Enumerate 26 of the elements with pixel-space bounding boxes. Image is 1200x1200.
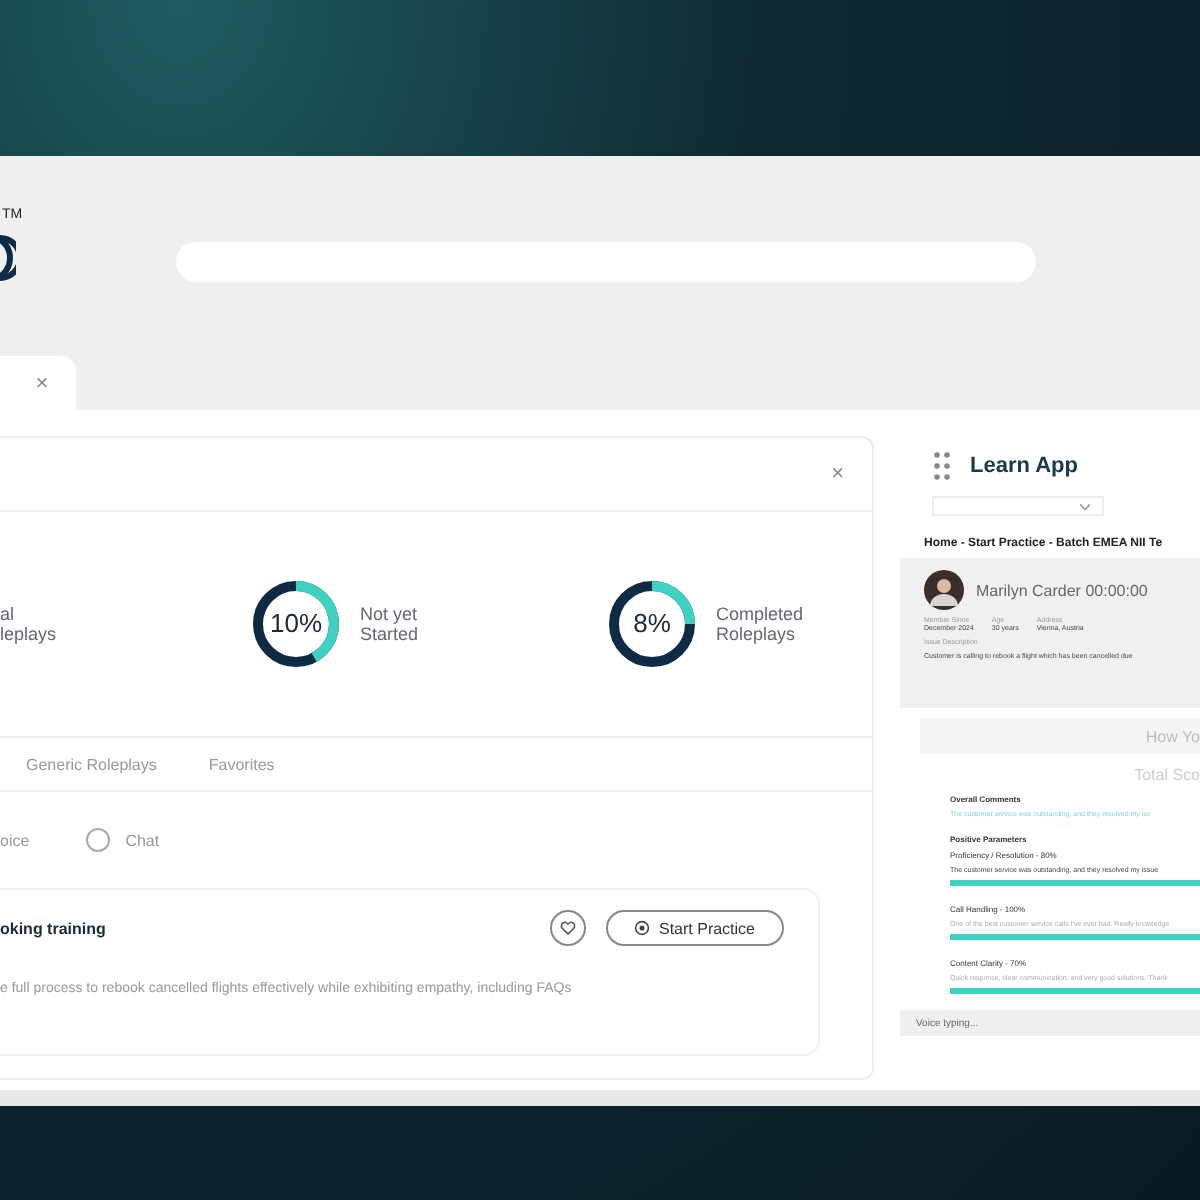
app-title: Learn App (970, 454, 1078, 478)
option-label[interactable]: oice (0, 831, 30, 849)
tab[interactable]: Generic Roleplays (26, 755, 157, 773)
avatar (924, 570, 964, 610)
section-title: How Yo (1145, 727, 1200, 745)
stat-label: al leplays (0, 604, 57, 644)
tab[interactable]: Favorites (208, 755, 275, 773)
favorite-button[interactable] (550, 910, 586, 946)
play-icon (634, 920, 651, 936)
stat-label: Completed Roleplays (716, 604, 804, 644)
percent-value: 10% (267, 608, 325, 638)
heart-icon (560, 920, 576, 936)
chevron-icon (1080, 503, 1090, 509)
option-label[interactable]: Chat (125, 831, 160, 849)
close-icon[interactable]: × (35, 371, 49, 395)
close-icon[interactable]: × (831, 462, 844, 486)
stat-label: Not yet Started (360, 604, 419, 644)
radio-button[interactable] (85, 828, 110, 852)
open-tab[interactable]: × (0, 356, 76, 410)
percent-value: 8% (631, 608, 673, 638)
start-practice-button[interactable]: Start Practice (606, 910, 784, 946)
dropdown[interactable] (932, 496, 1104, 516)
logo-icon (0, 232, 16, 284)
grid-dots-icon[interactable] (934, 452, 950, 480)
customer-name: Marilyn Carder 00:00:00 (976, 581, 1148, 599)
roleplay-title: oking training (0, 919, 108, 937)
